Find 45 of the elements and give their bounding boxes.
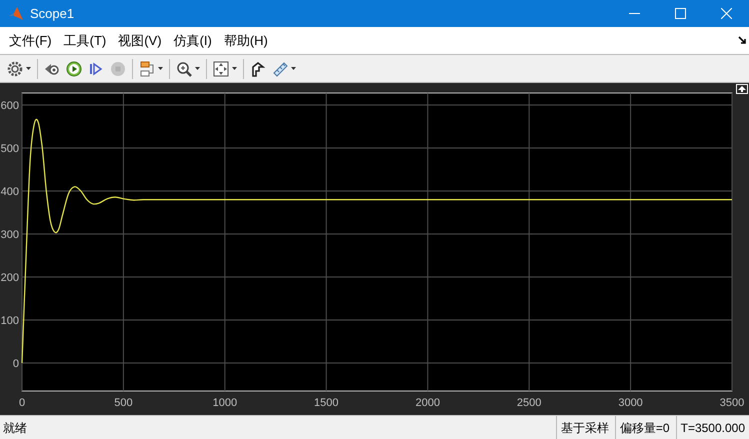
x-tick-label: 0 (18, 397, 26, 409)
ruler-icon (272, 60, 288, 76)
status-text: 就绪 (3, 420, 27, 436)
fit-to-view-icon (213, 60, 229, 76)
menu-item[interactable]: 视图(V) (112, 30, 168, 50)
x-tick-label: 3500 (720, 397, 744, 409)
menu-item[interactable]: 帮助(H) (218, 30, 274, 50)
gear-icon (7, 60, 23, 76)
y-tick-label: 300 (0, 229, 19, 242)
caret-icon (291, 67, 296, 70)
y-tick-label: 100 (0, 315, 19, 328)
y-tick-label: 200 (0, 272, 19, 284)
play-icon (66, 60, 82, 76)
stop-icon (110, 60, 126, 76)
x-tick-label: 2000 (415, 397, 440, 409)
x-tick-label: 2500 (516, 397, 542, 409)
menu-item[interactable]: 文件(F) (3, 30, 58, 50)
minimize-icon (628, 12, 640, 14)
zoom-in-icon (176, 60, 192, 76)
caret-icon (26, 67, 31, 70)
y-tick-label: 0 (12, 358, 19, 370)
y-tick-label: 500 (0, 143, 19, 156)
step-forward-icon (88, 60, 104, 76)
restore-button[interactable] (736, 84, 748, 94)
caret-icon (232, 67, 237, 70)
close-icon (720, 8, 732, 19)
status-field: 基于采样 (556, 416, 613, 439)
status-field: 偏移量=0 (614, 416, 674, 439)
arrow-up-icon (738, 86, 746, 92)
window-title: Scope1 (30, 4, 74, 23)
menu-item[interactable]: 仿真(I) (168, 30, 218, 50)
status-field: T=3500.000 (676, 416, 749, 439)
caret-icon (158, 67, 163, 70)
block-diagram-icon (139, 60, 155, 76)
y-tick-label: 400 (0, 186, 19, 198)
x-tick-label: 500 (114, 397, 133, 409)
y-tick-label: 600 (0, 100, 19, 112)
x-tick-label: 1500 (314, 397, 339, 409)
x-tick-label: 3000 (618, 397, 643, 409)
app-logo-icon (8, 6, 24, 22)
caret-icon (195, 67, 200, 70)
maximize-icon (674, 8, 686, 19)
undock-icon[interactable] (738, 36, 747, 45)
x-tick-label: 1000 (212, 397, 238, 409)
menu-item[interactable]: 工具(T) (58, 30, 112, 50)
